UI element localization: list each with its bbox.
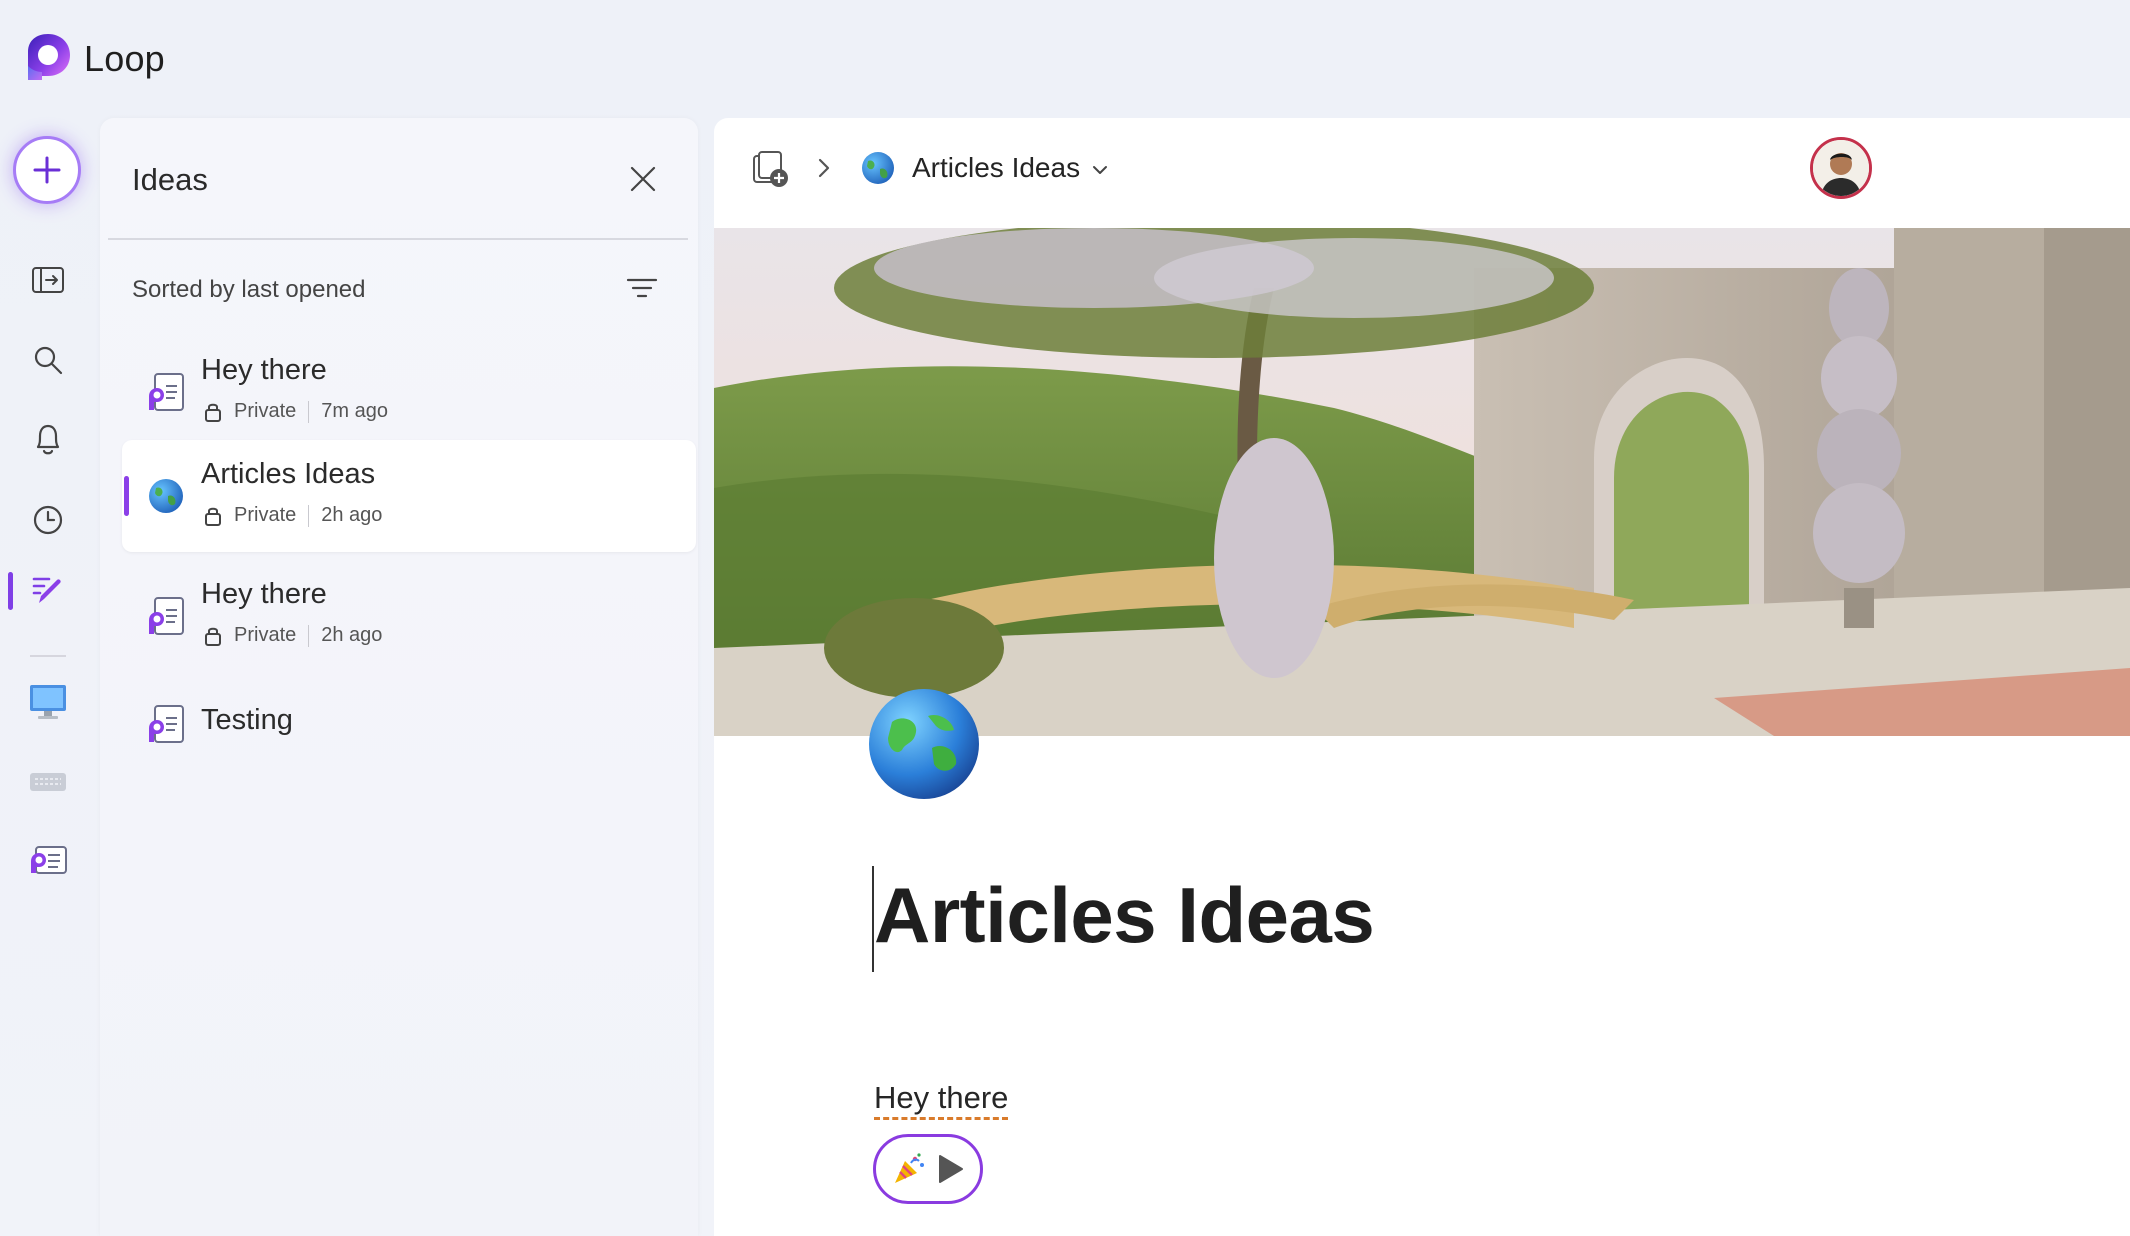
- breadcrumb-page-title[interactable]: Articles Ideas: [912, 152, 1080, 184]
- open-workspace-button[interactable]: [22, 254, 74, 306]
- clock-icon: [33, 505, 63, 535]
- doc-header: Articles Ideas: [714, 118, 2130, 228]
- app-bar: Loop: [0, 0, 2130, 116]
- app-title: Loop: [84, 38, 165, 79]
- new-button[interactable]: [13, 136, 81, 204]
- rail-active-indicator: [8, 572, 13, 610]
- meta-separator: [308, 624, 310, 647]
- lock-icon: [205, 403, 221, 422]
- list-item[interactable]: Testing: [122, 668, 696, 780]
- play-icon: [939, 1155, 963, 1183]
- panel-divider: [108, 238, 688, 240]
- search-button[interactable]: [22, 334, 74, 386]
- meta-separator: [308, 504, 310, 527]
- party-popper-icon: [895, 1153, 924, 1183]
- loop-page-icon: [149, 597, 184, 635]
- list-item[interactable]: Hey there Private 2h ago: [122, 560, 696, 672]
- item-time: 2h ago: [321, 624, 383, 646]
- item-name: Hey there: [201, 578, 327, 610]
- close-icon: [630, 166, 656, 192]
- workspace-keyboard[interactable]: [22, 756, 74, 808]
- chevron-right-icon: [818, 158, 830, 178]
- document-pane: Articles Ideas Articles Ideas Hey there: [714, 118, 2130, 1236]
- meta-separator: [308, 400, 310, 423]
- chevron-down-icon[interactable]: [1090, 160, 1110, 180]
- item-visibility: Private: [234, 624, 297, 646]
- page-globe-icon[interactable]: [866, 686, 982, 802]
- sort-label: Sorted by last opened: [132, 276, 366, 303]
- close-panel-button[interactable]: [622, 158, 664, 200]
- rail-divider: [30, 655, 66, 657]
- bell-icon: [36, 424, 60, 455]
- recent-button[interactable]: [22, 494, 74, 546]
- item-meta: Private 2h ago: [204, 624, 382, 647]
- monitor-icon: [30, 685, 66, 719]
- reaction-button[interactable]: [873, 1134, 983, 1204]
- loop-logo-icon: [28, 34, 70, 80]
- item-visibility: Private: [234, 504, 297, 526]
- sort-button[interactable]: [620, 268, 664, 308]
- item-visibility: Private: [234, 400, 297, 422]
- loop-page-icon: [31, 846, 67, 874]
- item-meta: Private 7m ago: [204, 400, 388, 423]
- item-name: Articles Ideas: [201, 458, 376, 490]
- item-name: Testing: [201, 704, 293, 736]
- loop-page-icon: [149, 705, 184, 743]
- pencil-icon: [32, 577, 61, 603]
- add-to-workspace-icon[interactable]: [750, 148, 792, 190]
- cover-image: [714, 228, 2130, 736]
- active-indicator: [124, 476, 129, 516]
- panel-arrow-icon: [32, 267, 64, 293]
- notifications-button[interactable]: [22, 414, 74, 466]
- avatar-photo: [1813, 140, 1869, 196]
- item-meta: Private 2h ago: [204, 504, 382, 527]
- lock-icon: [205, 507, 221, 526]
- page-title[interactable]: Articles Ideas: [874, 870, 1375, 961]
- user-avatar[interactable]: [1810, 137, 1872, 199]
- left-rail: [0, 116, 98, 1236]
- ideas-panel: Ideas Sorted by last opened Hey there Pr…: [100, 118, 698, 1236]
- workspace-monitor[interactable]: [22, 676, 74, 728]
- item-time: 7m ago: [321, 400, 388, 422]
- filter-icon: [626, 278, 658, 298]
- globe-icon: [149, 479, 183, 513]
- page-body-text[interactable]: Hey there: [874, 1080, 1008, 1116]
- list-item[interactable]: Hey there Private 7m ago: [122, 336, 696, 448]
- lock-icon: [205, 627, 221, 646]
- workspace-loop[interactable]: [22, 834, 74, 886]
- item-time: 2h ago: [321, 504, 383, 526]
- ideas-button[interactable]: [22, 565, 74, 617]
- globe-icon: [862, 152, 894, 184]
- loop-page-icon: [149, 373, 184, 411]
- item-name: Hey there: [201, 354, 327, 386]
- panel-title: Ideas: [132, 162, 208, 197]
- keyboard-icon: [30, 773, 66, 791]
- search-icon: [34, 346, 63, 375]
- list-item-active[interactable]: Articles Ideas Private 2h ago: [122, 440, 696, 552]
- plus-icon: [33, 156, 61, 184]
